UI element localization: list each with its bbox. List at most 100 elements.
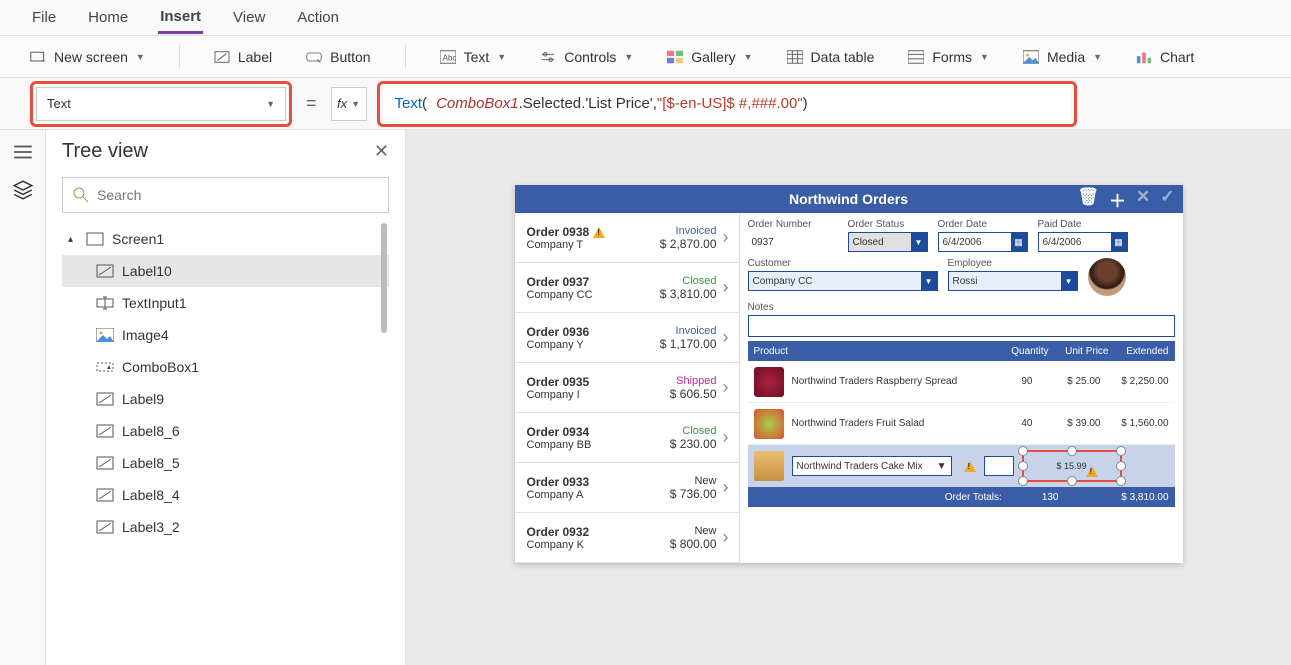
- employee-photo: [1088, 258, 1126, 296]
- property-selector[interactable]: Text▼: [36, 87, 286, 121]
- product-thumb: [754, 409, 784, 439]
- screen-icon: +: [30, 50, 46, 64]
- chevron-down-icon: ▼: [911, 233, 927, 251]
- label-node-icon: [96, 392, 114, 406]
- order-row[interactable]: Order 0935Company IShipped$ 606.50›: [515, 363, 739, 413]
- tree-node-combobox1[interactable]: ComboBox1: [62, 351, 389, 383]
- order-number-label: Order Number: [748, 219, 838, 230]
- order-status-select[interactable]: Closed▼: [848, 232, 928, 252]
- equals-sign: =: [306, 93, 317, 114]
- order-row[interactable]: Order 0936Company YInvoiced$ 1,170.00›: [515, 313, 739, 363]
- tree-node-label8-4[interactable]: Label8_4: [62, 479, 389, 511]
- tree-node-screen1[interactable]: ▴ Screen1: [62, 223, 389, 255]
- order-row[interactable]: Order 0933Company ANew$ 736.00›: [515, 463, 739, 513]
- chevron-right-icon: ›: [723, 477, 729, 498]
- warning-icon: [593, 227, 605, 238]
- tree-node-label3-2[interactable]: Label3_2: [62, 511, 389, 543]
- screen-node-icon: [86, 232, 104, 246]
- formula-input[interactable]: Text( ComboBox1.Selected.'List Price', "…: [383, 87, 1071, 121]
- tree-list: ▴ Screen1 Label10 TextInput1 Image4 Comb…: [62, 223, 389, 648]
- cancel-icon[interactable]: ✕: [1136, 187, 1150, 212]
- label-icon: [214, 50, 230, 64]
- search-input[interactable]: [97, 187, 378, 203]
- hamburger-icon[interactable]: [12, 142, 34, 162]
- order-row[interactable]: Order 0938Company TInvoiced$ 2,870.00›: [515, 213, 739, 263]
- datatable-icon: [787, 50, 803, 64]
- text-button[interactable]: Abc Text▼: [440, 49, 507, 65]
- employee-select[interactable]: Rossi▼: [948, 271, 1078, 291]
- formula-highlight: Text( ComboBox1.Selected.'List Price', "…: [377, 81, 1077, 127]
- canvas[interactable]: Northwind Orders 🗑 ＋ ✕ ✓ Order 0938Compa…: [406, 130, 1291, 665]
- menu-bar: File Home Insert View Action: [0, 0, 1291, 36]
- label-button[interactable]: Label: [214, 49, 272, 65]
- order-date-label: Order Date: [938, 219, 1028, 230]
- product-table-header: Product Quantity Unit Price Extended: [748, 341, 1175, 361]
- chevron-right-icon: ›: [723, 527, 729, 548]
- order-date-input[interactable]: 6/4/2006▦: [938, 232, 1028, 252]
- add-icon[interactable]: ＋: [1109, 187, 1126, 212]
- menu-view[interactable]: View: [231, 3, 267, 32]
- fx-button[interactable]: fx▼: [331, 87, 367, 121]
- menu-action[interactable]: Action: [295, 3, 341, 32]
- confirm-icon[interactable]: ✓: [1160, 187, 1174, 212]
- product-thumb: [754, 367, 784, 397]
- quantity-input[interactable]: [984, 456, 1014, 476]
- controls-button[interactable]: Controls▼: [540, 49, 633, 65]
- label-node-icon: [96, 264, 114, 278]
- notes-label: Notes: [748, 302, 1175, 313]
- datatable-button[interactable]: Data table: [787, 49, 875, 65]
- order-number-value: 0937: [748, 232, 838, 252]
- tree-node-label8-6[interactable]: Label8_6: [62, 415, 389, 447]
- trash-icon[interactable]: 🗑: [1077, 187, 1099, 212]
- media-button[interactable]: Media▼: [1023, 49, 1102, 65]
- chart-button[interactable]: Chart: [1136, 49, 1194, 65]
- tree-node-label8-5[interactable]: Label8_5: [62, 447, 389, 479]
- menu-file[interactable]: File: [30, 3, 58, 32]
- text-icon: Abc: [440, 50, 456, 64]
- gallery-icon: [667, 50, 683, 64]
- new-screen-button[interactable]: + New screen▼: [30, 49, 145, 65]
- selected-label-control[interactable]: $ 15.99: [1022, 450, 1122, 482]
- unit-price-value: $ 15.99: [1056, 461, 1086, 471]
- calendar-icon: ▦: [1011, 233, 1027, 251]
- collapse-icon[interactable]: ▴: [68, 234, 78, 245]
- chevron-right-icon: ›: [723, 327, 729, 348]
- svg-text:Abc: Abc: [442, 53, 455, 62]
- employee-label: Employee: [948, 258, 1078, 269]
- chevron-right-icon: ›: [723, 277, 729, 298]
- order-row[interactable]: Order 0932Company KNew$ 800.00›: [515, 513, 739, 563]
- menu-home[interactable]: Home: [86, 3, 130, 32]
- customer-select[interactable]: Company CC▼: [748, 271, 938, 291]
- chart-icon: [1136, 50, 1152, 64]
- order-detail: Order Number0937 Order StatusClosed▼ Ord…: [740, 213, 1183, 563]
- forms-button[interactable]: Forms▼: [908, 49, 989, 65]
- tree-node-label9[interactable]: Label9: [62, 383, 389, 415]
- tree-node-textinput1[interactable]: TextInput1: [62, 287, 389, 319]
- label-node-icon: [96, 424, 114, 438]
- button-button[interactable]: Button: [306, 49, 370, 65]
- forms-icon: [908, 50, 924, 64]
- new-product-row: Northwind Traders Cake Mix▼ $ 15.99: [748, 445, 1175, 487]
- warning-icon: [964, 461, 976, 472]
- search-box[interactable]: [62, 177, 389, 213]
- order-totals: Order Totals: 130 $ 3,810.00: [748, 487, 1175, 507]
- order-row[interactable]: Order 0937Company CCClosed$ 3,810.00›: [515, 263, 739, 313]
- paid-date-input[interactable]: 6/4/2006▦: [1038, 232, 1128, 252]
- textinput-node-icon: [96, 296, 114, 310]
- tree-node-label10[interactable]: Label10: [62, 255, 389, 287]
- label-node-icon: [96, 488, 114, 502]
- media-icon: [1023, 50, 1039, 64]
- menu-insert[interactable]: Insert: [158, 2, 203, 34]
- image-node-icon: [96, 328, 114, 342]
- close-icon[interactable]: ✕: [374, 141, 389, 162]
- product-row[interactable]: Northwind Traders Fruit Salad40$ 39.00$ …: [748, 403, 1175, 445]
- orders-list[interactable]: Order 0938Company TInvoiced$ 2,870.00›Or…: [515, 213, 740, 563]
- gallery-button[interactable]: Gallery▼: [667, 49, 752, 65]
- order-row[interactable]: Order 0934Company BBClosed$ 230.00›: [515, 413, 739, 463]
- product-row[interactable]: Northwind Traders Raspberry Spread90$ 25…: [748, 361, 1175, 403]
- product-combobox[interactable]: Northwind Traders Cake Mix▼: [792, 456, 952, 476]
- warning-icon: [1086, 466, 1098, 477]
- layers-icon[interactable]: [12, 180, 34, 200]
- notes-input[interactable]: [748, 315, 1175, 337]
- tree-node-image4[interactable]: Image4: [62, 319, 389, 351]
